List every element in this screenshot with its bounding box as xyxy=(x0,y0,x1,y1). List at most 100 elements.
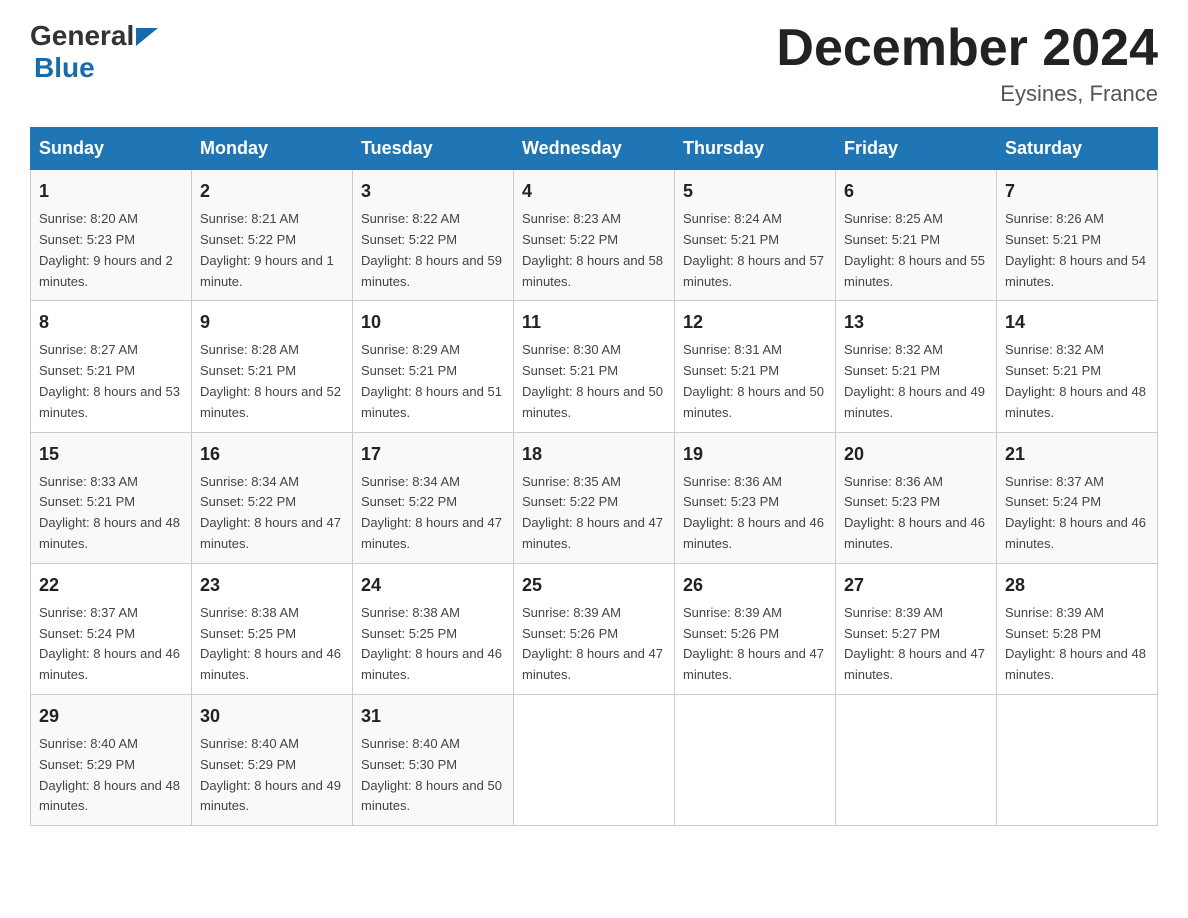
calendar-cell xyxy=(675,694,836,825)
day-number: 17 xyxy=(361,441,505,468)
weekday-header-sunday: Sunday xyxy=(31,128,192,170)
calendar-cell: 25 Sunrise: 8:39 AMSunset: 5:26 PMDayligh… xyxy=(514,563,675,694)
day-info: Sunrise: 8:34 AMSunset: 5:22 PMDaylight:… xyxy=(361,472,505,555)
logo-blue-text: Blue xyxy=(34,52,95,83)
calendar-cell: 17 Sunrise: 8:34 AMSunset: 5:22 PMDayligh… xyxy=(353,432,514,563)
day-info: Sunrise: 8:39 AMSunset: 5:26 PMDaylight:… xyxy=(522,603,666,686)
day-info: Sunrise: 8:33 AMSunset: 5:21 PMDaylight:… xyxy=(39,472,183,555)
calendar-cell: 26 Sunrise: 8:39 AMSunset: 5:26 PMDayligh… xyxy=(675,563,836,694)
calendar-cell: 6 Sunrise: 8:25 AMSunset: 5:21 PMDaylight… xyxy=(836,170,997,301)
calendar-cell xyxy=(997,694,1158,825)
day-number: 9 xyxy=(200,309,344,336)
day-number: 8 xyxy=(39,309,183,336)
weekday-header-row: SundayMondayTuesdayWednesdayThursdayFrid… xyxy=(31,128,1158,170)
weekday-header-tuesday: Tuesday xyxy=(353,128,514,170)
calendar-cell: 8 Sunrise: 8:27 AMSunset: 5:21 PMDaylight… xyxy=(31,301,192,432)
calendar-header: SundayMondayTuesdayWednesdayThursdayFrid… xyxy=(31,128,1158,170)
calendar-cell: 20Sunrise: 8:36 AMSunset: 5:23 PMDayligh… xyxy=(836,432,997,563)
day-number: 26 xyxy=(683,572,827,599)
day-info: Sunrise: 8:37 AMSunset: 5:24 PMDaylight:… xyxy=(1005,472,1149,555)
calendar-cell: 15 Sunrise: 8:33 AMSunset: 5:21 PMDayligh… xyxy=(31,432,192,563)
calendar-cell: 29Sunrise: 8:40 AMSunset: 5:29 PMDayligh… xyxy=(31,694,192,825)
calendar-week-row: 29 Sunrise: 8:40 AMSunset: 5:29 PMDayligh… xyxy=(31,694,1158,825)
day-number: 16 xyxy=(200,441,344,468)
calendar-cell: 30Sunrise: 8:40 AMSunset: 5:29 PMDayligh… xyxy=(192,694,353,825)
calendar-cell: 16 Sunrise: 8:34 AMSunset: 5:22 PMDayligh… xyxy=(192,432,353,563)
calendar-cell xyxy=(836,694,997,825)
calendar-cell: 4Sunrise: 8:23 AMSunset: 5:22 PMDaylight… xyxy=(514,170,675,301)
day-number: 18 xyxy=(522,441,666,468)
day-info: Sunrise: 8:36 AMSunset: 5:23 PMDaylight:… xyxy=(683,472,827,555)
calendar-cell: 19 Sunrise: 8:36 AMSunset: 5:23 PMDayligh… xyxy=(675,432,836,563)
day-info: Sunrise: 8:39 AMSunset: 5:26 PMDaylight:… xyxy=(683,603,827,686)
calendar-week-row: 15 Sunrise: 8:33 AMSunset: 5:21 PMDayligh… xyxy=(31,432,1158,563)
day-number: 3 xyxy=(361,178,505,205)
calendar-week-row: 22Sunrise: 8:37 AMSunset: 5:24 PMDayligh… xyxy=(31,563,1158,694)
calendar-body: 1Sunrise: 8:20 AMSunset: 5:23 PMDaylight… xyxy=(31,170,1158,826)
calendar-cell: 12 Sunrise: 8:31 AMSunset: 5:21 PMDayligh… xyxy=(675,301,836,432)
calendar-week-row: 1Sunrise: 8:20 AMSunset: 5:23 PMDaylight… xyxy=(31,170,1158,301)
weekday-header-thursday: Thursday xyxy=(675,128,836,170)
day-number: 25 xyxy=(522,572,666,599)
day-number: 7 xyxy=(1005,178,1149,205)
day-number: 21 xyxy=(1005,441,1149,468)
day-number: 28 xyxy=(1005,572,1149,599)
day-number: 5 xyxy=(683,178,827,205)
calendar-cell xyxy=(514,694,675,825)
calendar-cell: 1Sunrise: 8:20 AMSunset: 5:23 PMDaylight… xyxy=(31,170,192,301)
calendar-cell: 23Sunrise: 8:38 AMSunset: 5:25 PMDayligh… xyxy=(192,563,353,694)
calendar-week-row: 8 Sunrise: 8:27 AMSunset: 5:21 PMDaylight… xyxy=(31,301,1158,432)
calendar-cell: 27Sunrise: 8:39 AMSunset: 5:27 PMDayligh… xyxy=(836,563,997,694)
calendar-cell: 14Sunrise: 8:32 AMSunset: 5:21 PMDayligh… xyxy=(997,301,1158,432)
weekday-header-wednesday: Wednesday xyxy=(514,128,675,170)
location-text: Eysines, France xyxy=(776,81,1158,107)
day-info: Sunrise: 8:24 AMSunset: 5:21 PMDaylight:… xyxy=(683,209,827,292)
calendar-table: SundayMondayTuesdayWednesdayThursdayFrid… xyxy=(30,127,1158,826)
day-number: 12 xyxy=(683,309,827,336)
day-info: Sunrise: 8:29 AMSunset: 5:21 PMDaylight:… xyxy=(361,340,505,423)
day-number: 10 xyxy=(361,309,505,336)
calendar-cell: 13 Sunrise: 8:32 AMSunset: 5:21 PMDayligh… xyxy=(836,301,997,432)
day-info: Sunrise: 8:34 AMSunset: 5:22 PMDaylight:… xyxy=(200,472,344,555)
calendar-cell: 28 Sunrise: 8:39 AMSunset: 5:28 PMDayligh… xyxy=(997,563,1158,694)
day-number: 22 xyxy=(39,572,183,599)
day-info: Sunrise: 8:32 AMSunset: 5:21 PMDaylight:… xyxy=(1005,340,1149,423)
day-number: 19 xyxy=(683,441,827,468)
day-number: 6 xyxy=(844,178,988,205)
day-info: Sunrise: 8:25 AMSunset: 5:21 PMDaylight:… xyxy=(844,209,988,292)
calendar-cell: 31Sunrise: 8:40 AMSunset: 5:30 PMDayligh… xyxy=(353,694,514,825)
logo: General Blue xyxy=(30,20,158,84)
title-block: December 2024 Eysines, France xyxy=(776,20,1158,107)
day-info: Sunrise: 8:39 AMSunset: 5:28 PMDaylight:… xyxy=(1005,603,1149,686)
month-title: December 2024 xyxy=(776,20,1158,77)
day-number: 2 xyxy=(200,178,344,205)
calendar-cell: 18Sunrise: 8:35 AMSunset: 5:22 PMDayligh… xyxy=(514,432,675,563)
day-info: Sunrise: 8:38 AMSunset: 5:25 PMDaylight:… xyxy=(361,603,505,686)
calendar-cell: 2 Sunrise: 8:21 AMSunset: 5:22 PMDaylight… xyxy=(192,170,353,301)
day-number: 23 xyxy=(200,572,344,599)
day-info: Sunrise: 8:21 AMSunset: 5:22 PMDaylight:… xyxy=(200,209,344,292)
weekday-header-saturday: Saturday xyxy=(997,128,1158,170)
day-info: Sunrise: 8:40 AMSunset: 5:30 PMDaylight:… xyxy=(361,734,505,817)
day-info: Sunrise: 8:31 AMSunset: 5:21 PMDaylight:… xyxy=(683,340,827,423)
day-info: Sunrise: 8:27 AMSunset: 5:21 PMDaylight:… xyxy=(39,340,183,423)
day-number: 15 xyxy=(39,441,183,468)
weekday-header-monday: Monday xyxy=(192,128,353,170)
calendar-cell: 3 Sunrise: 8:22 AMSunset: 5:22 PMDaylight… xyxy=(353,170,514,301)
day-info: Sunrise: 8:26 AMSunset: 5:21 PMDaylight:… xyxy=(1005,209,1149,292)
day-info: Sunrise: 8:22 AMSunset: 5:22 PMDaylight:… xyxy=(361,209,505,292)
day-info: Sunrise: 8:40 AMSunset: 5:29 PMDaylight:… xyxy=(200,734,344,817)
day-number: 20 xyxy=(844,441,988,468)
calendar-cell: 11Sunrise: 8:30 AMSunset: 5:21 PMDayligh… xyxy=(514,301,675,432)
day-info: Sunrise: 8:32 AMSunset: 5:21 PMDaylight:… xyxy=(844,340,988,423)
day-number: 1 xyxy=(39,178,183,205)
calendar-cell: 10 Sunrise: 8:29 AMSunset: 5:21 PMDayligh… xyxy=(353,301,514,432)
day-number: 29 xyxy=(39,703,183,730)
day-info: Sunrise: 8:30 AMSunset: 5:21 PMDaylight:… xyxy=(522,340,666,423)
day-number: 24 xyxy=(361,572,505,599)
logo-general-text: General xyxy=(30,20,134,52)
calendar-cell: 7 Sunrise: 8:26 AMSunset: 5:21 PMDaylight… xyxy=(997,170,1158,301)
calendar-cell: 5 Sunrise: 8:24 AMSunset: 5:21 PMDaylight… xyxy=(675,170,836,301)
day-number: 13 xyxy=(844,309,988,336)
calendar-cell: 21 Sunrise: 8:37 AMSunset: 5:24 PMDayligh… xyxy=(997,432,1158,563)
